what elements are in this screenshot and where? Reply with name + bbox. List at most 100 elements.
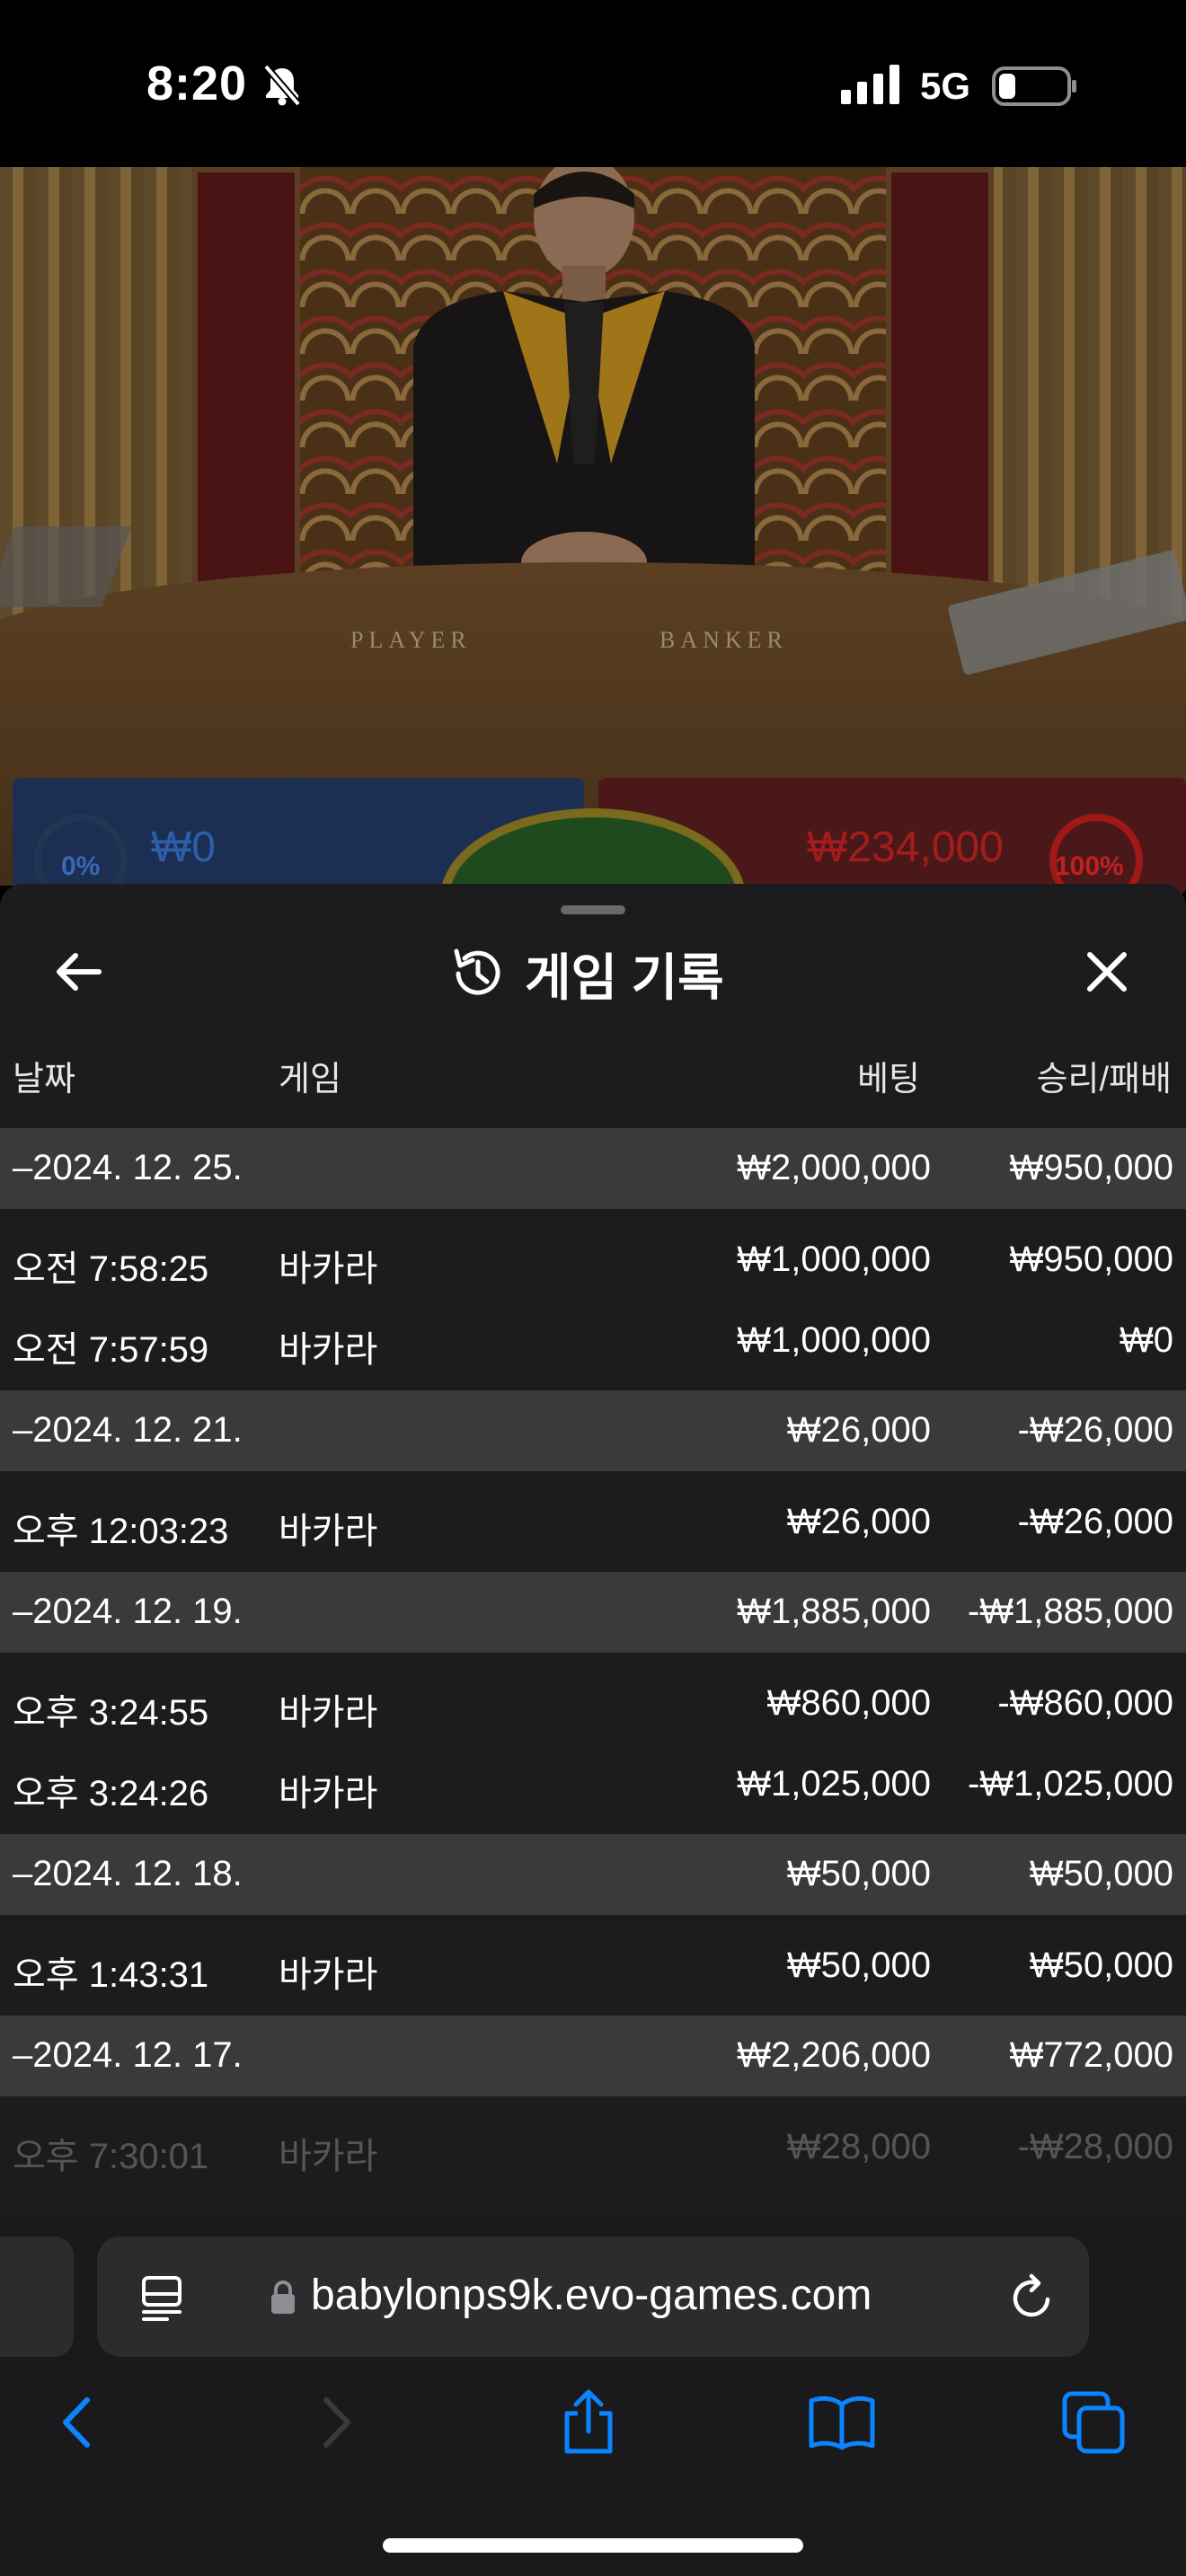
home-indicator[interactable] bbox=[383, 2538, 803, 2553]
history-list: –2024. 12. 25. ₩2,000,000 ₩950,000 오전 7:… bbox=[0, 1128, 1186, 2184]
entry-time: 오전 7:57:59 bbox=[13, 1330, 209, 1370]
group-bet-total: ₩50,000 bbox=[786, 1854, 931, 1893]
game-history-sheet: 게임 기록 날짜 게임 베팅 승리/패배 –2024. 12. 25. ₩2,0… bbox=[0, 884, 1186, 2215]
entry-game: 바카라 bbox=[279, 1693, 378, 1733]
entry-game: 바카라 bbox=[279, 1330, 378, 1370]
share-icon bbox=[564, 2389, 613, 2454]
battery-icon bbox=[992, 66, 1076, 106]
header-win-loss: 승리/패배 bbox=[1036, 1061, 1172, 1098]
entry-time: 오전 7:58:25 bbox=[13, 1249, 209, 1289]
header-bet: 베팅 bbox=[857, 1061, 920, 1098]
group-date: –2024. 12. 21. bbox=[13, 1410, 243, 1450]
entry-time: 오후 12:03:23 bbox=[13, 1512, 229, 1551]
date-group-row[interactable]: –2024. 12. 25. ₩2,000,000 ₩950,000 bbox=[0, 1128, 1186, 1209]
entry-bet: ₩28,000 bbox=[786, 2127, 931, 2166]
group-bet-total: ₩2,000,000 bbox=[737, 1148, 931, 1187]
date-group-row[interactable]: –2024. 12. 18. ₩50,000 ₩50,000 bbox=[0, 1834, 1186, 1915]
group-bet-total: ₩26,000 bbox=[786, 1410, 931, 1450]
entry-bet: ₩1,025,000 bbox=[737, 1764, 931, 1804]
entry-time: 오후 3:24:26 bbox=[13, 1774, 209, 1813]
header-game: 게임 bbox=[279, 1061, 341, 1098]
sheet-grabber[interactable] bbox=[561, 905, 625, 914]
group-date: –2024. 12. 19. bbox=[13, 1592, 243, 1631]
entry-win-loss: ₩0 bbox=[1120, 1320, 1173, 1360]
previous-tab-preview[interactable] bbox=[0, 2236, 74, 2357]
book-icon bbox=[809, 2395, 875, 2450]
history-entry-row[interactable]: 오후 1:43:31 바카라 ₩50,000 ₩50,000 bbox=[0, 1922, 1186, 2003]
address-bar[interactable]: babylonps9k.evo-games.com bbox=[97, 2236, 1089, 2357]
entry-bet: ₩860,000 bbox=[766, 1683, 931, 1723]
arrow-left-icon bbox=[57, 953, 102, 991]
entry-time: 오후 3:24:55 bbox=[13, 1693, 209, 1733]
group-win-loss-total: -₩1,885,000 bbox=[967, 1592, 1173, 1631]
entry-bet: ₩50,000 bbox=[786, 1945, 931, 1985]
group-bet-total: ₩2,206,000 bbox=[737, 2035, 931, 2075]
history-entry-row[interactable]: 오후 3:24:55 바카라 ₩860,000 -₩860,000 bbox=[0, 1660, 1186, 1741]
date-group-row[interactable]: –2024. 12. 17. ₩2,206,000 ₩772,000 bbox=[0, 2016, 1186, 2096]
bell-slash-icon bbox=[262, 65, 302, 106]
entry-game: 바카라 bbox=[279, 2137, 378, 2176]
tabs-button[interactable] bbox=[1053, 2382, 1134, 2463]
entry-win-loss: ₩950,000 bbox=[1009, 1239, 1173, 1279]
header-date: 날짜 bbox=[13, 1061, 75, 1098]
history-entry-row[interactable]: 오후 3:24:26 바카라 ₩1,025,000 -₩1,025,000 bbox=[0, 1741, 1186, 1822]
entry-game: 바카라 bbox=[279, 1774, 378, 1813]
entry-game: 바카라 bbox=[279, 1512, 378, 1551]
reload-icon[interactable] bbox=[1008, 2272, 1057, 2323]
entry-win-loss: -₩860,000 bbox=[997, 1683, 1173, 1723]
entry-game: 바카라 bbox=[279, 1249, 378, 1289]
entry-win-loss: ₩50,000 bbox=[1029, 1945, 1173, 1985]
entry-win-loss: -₩26,000 bbox=[1017, 1502, 1173, 1541]
table-label-player: PLAYER bbox=[350, 627, 472, 653]
group-date: –2024. 12. 17. bbox=[13, 2035, 243, 2075]
history-entry-row[interactable]: 오전 7:57:59 바카라 ₩1,000,000 ₩0 bbox=[0, 1297, 1186, 1378]
column-headers: 날짜 게임 베팅 승리/패배 bbox=[0, 1042, 1186, 1110]
group-bet-total: ₩1,885,000 bbox=[737, 1592, 931, 1631]
close-button[interactable] bbox=[1069, 934, 1145, 1010]
share-button[interactable] bbox=[548, 2382, 629, 2463]
group-win-loss-total: -₩26,000 bbox=[1017, 1410, 1173, 1450]
table-label-banker: BANKER bbox=[659, 627, 788, 653]
chevron-right-icon bbox=[323, 2397, 350, 2448]
browser-toolbar: babylonps9k.evo-games.com bbox=[0, 2215, 1186, 2576]
back-button[interactable] bbox=[41, 934, 117, 1010]
entry-game: 바카라 bbox=[279, 1955, 378, 1995]
network-type: 5G bbox=[920, 65, 971, 107]
group-win-loss-total: ₩950,000 bbox=[1009, 1148, 1173, 1187]
entry-bet: ₩1,000,000 bbox=[737, 1239, 931, 1279]
history-entry-row[interactable]: 오후 7:30:01 바카라 ₩28,000 -₩28,000 bbox=[0, 2104, 1186, 2184]
wall-panel-right bbox=[886, 167, 994, 589]
group-date: –2024. 12. 18. bbox=[13, 1854, 243, 1893]
date-group-row[interactable]: –2024. 12. 19. ₩1,885,000 -₩1,885,000 bbox=[0, 1572, 1186, 1653]
date-group-row[interactable]: –2024. 12. 21. ₩26,000 -₩26,000 bbox=[0, 1390, 1186, 1471]
back-nav-button[interactable] bbox=[36, 2382, 117, 2463]
history-entry-row[interactable]: 오후 12:03:23 바카라 ₩26,000 -₩26,000 bbox=[0, 1478, 1186, 1559]
tabs-icon bbox=[1062, 2391, 1125, 2454]
group-date: –2024. 12. 25. bbox=[13, 1148, 243, 1187]
entry-win-loss: -₩1,025,000 bbox=[967, 1764, 1173, 1804]
banker-bet-percent: 100% bbox=[1055, 851, 1124, 881]
close-icon bbox=[1087, 952, 1127, 992]
lock-icon bbox=[271, 2280, 295, 2314]
page-menu-icon[interactable] bbox=[140, 2274, 185, 2321]
sheet-header: 게임 기록 bbox=[449, 941, 724, 1006]
entry-time: 오후 1:43:31 bbox=[13, 1955, 209, 1995]
sheet-title: 게임 기록 bbox=[525, 948, 724, 1006]
entry-bet: ₩1,000,000 bbox=[737, 1320, 931, 1360]
player-bet-percent: 0% bbox=[61, 851, 101, 881]
banker-bet-amount: ₩234,000 bbox=[807, 824, 1004, 871]
entry-win-loss: -₩28,000 bbox=[1017, 2127, 1173, 2166]
forward-nav-button[interactable] bbox=[296, 2382, 377, 2463]
entry-bet: ₩26,000 bbox=[786, 1502, 931, 1541]
wall-panel-left bbox=[192, 167, 300, 589]
cellular-signal-icon bbox=[841, 65, 899, 104]
status-time: 8:20 bbox=[146, 57, 248, 110]
group-win-loss-total: ₩50,000 bbox=[1029, 1854, 1173, 1893]
history-icon bbox=[454, 948, 500, 995]
chevron-left-icon bbox=[63, 2397, 90, 2448]
player-bet-amount: ₩0 bbox=[151, 824, 216, 871]
status-bar: 8:20 5G bbox=[0, 0, 1186, 167]
bookmarks-button[interactable] bbox=[801, 2382, 882, 2463]
url-text: babylonps9k.evo-games.com bbox=[311, 2272, 872, 2319]
history-entry-row[interactable]: 오전 7:58:25 바카라 ₩1,000,000 ₩950,000 bbox=[0, 1216, 1186, 1297]
